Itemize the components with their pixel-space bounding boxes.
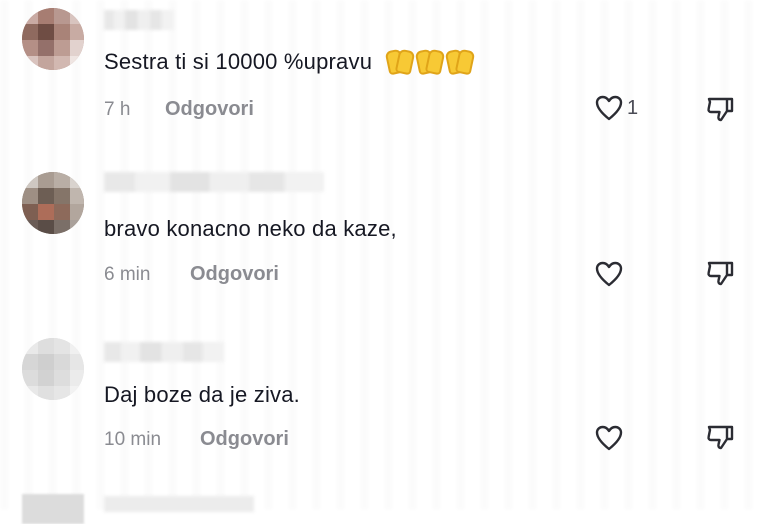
like-button[interactable]: 1 (594, 94, 638, 122)
comment-item: Sestra ti si 10000 %upravu 7 h Odgovori … (0, 0, 765, 150)
comment-time: 10 min (104, 429, 162, 450)
reply-button[interactable]: Odgovori (190, 263, 279, 286)
comment-item: bravo konacno neko da kaze, 6 min Odgovo… (0, 150, 765, 320)
heart-outline-icon (595, 95, 623, 121)
like-button[interactable] (594, 260, 627, 288)
comment-text: bravo konacno neko da kaze, (104, 216, 397, 241)
heart-outline-icon (595, 261, 623, 287)
comment-time: 7 h (104, 99, 131, 120)
comment-time: 6 min (104, 264, 151, 285)
comment-text: Sestra ti si 10000 %upravu (104, 48, 476, 78)
hands-emoji-icon (414, 48, 446, 76)
comment-item: Daj boze da je ziva. 10 min Odgovori (0, 320, 765, 490)
like-button[interactable] (594, 424, 627, 452)
thumbs-down-outline-icon[interactable] (705, 424, 735, 452)
thumbs-down-outline-icon[interactable] (705, 260, 735, 288)
reply-button[interactable]: Odgovori (200, 428, 289, 451)
comment-text: Daj boze da je ziva. (104, 382, 300, 407)
hands-emoji-icon (444, 48, 476, 76)
heart-outline-icon (595, 425, 623, 451)
reply-button[interactable]: Odgovori (165, 98, 254, 121)
username-blurred[interactable] (104, 172, 324, 192)
username-blurred[interactable] (104, 10, 174, 30)
avatar[interactable] (22, 338, 84, 400)
emoji-group (384, 48, 476, 78)
username-blurred[interactable] (104, 342, 224, 362)
avatar[interactable] (22, 494, 84, 524)
avatar[interactable] (22, 8, 84, 70)
avatar[interactable] (22, 172, 84, 234)
thumbs-down-outline-icon[interactable] (705, 96, 735, 124)
like-count: 1 (627, 96, 639, 119)
hands-emoji-icon (384, 48, 416, 76)
